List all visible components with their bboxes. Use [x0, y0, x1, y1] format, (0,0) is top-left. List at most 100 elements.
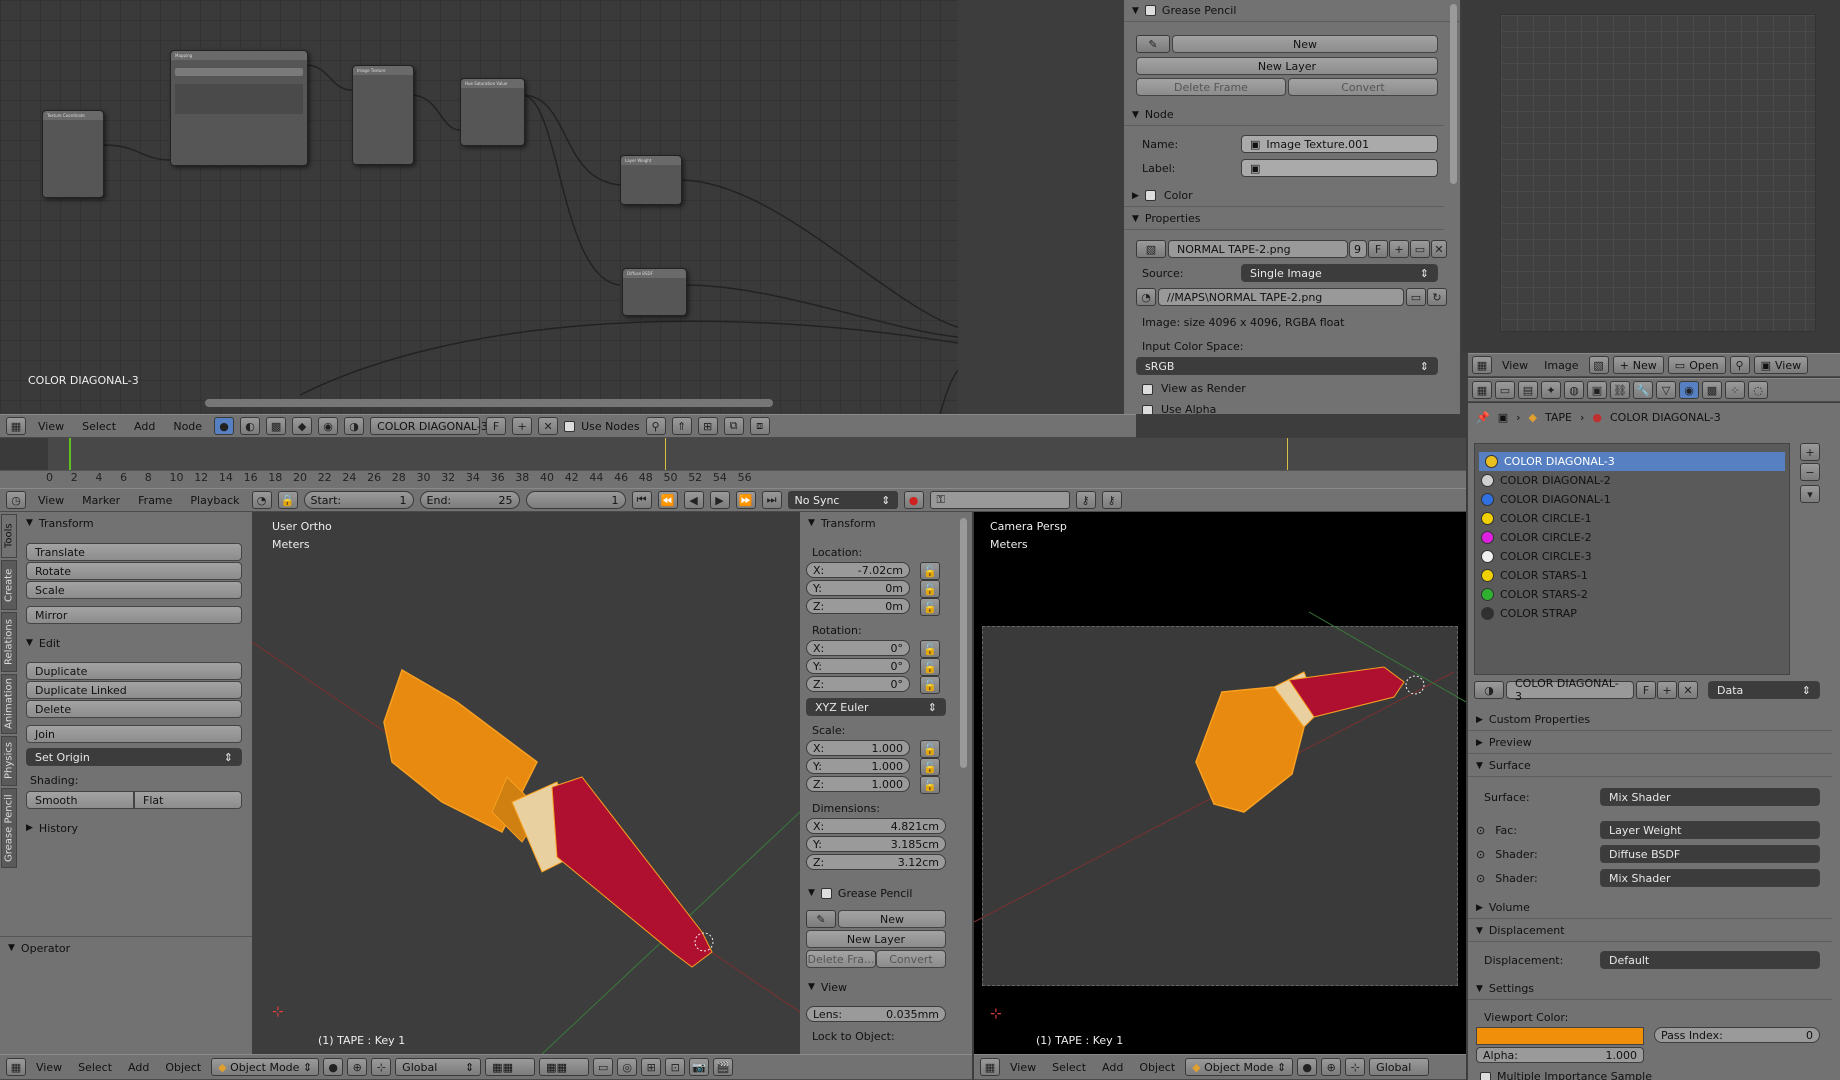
mode-dropdown[interactable]: ◆ Object Mode ⇕ [1185, 1058, 1294, 1076]
viewport-right[interactable]: Camera Persp Meters (1) TAPE : Key 1 ⊹ [974, 512, 1466, 1054]
source-dropdown[interactable]: Single Image ⇕ [1241, 264, 1438, 282]
grease-pencil-section[interactable]: ▼ Grease Pencil [800, 882, 960, 904]
list-item[interactable]: COLOR DIAGONAL-3 [1479, 452, 1785, 471]
viewport-shading-icon[interactable]: ● [1297, 1058, 1318, 1076]
filepath-icon[interactable]: ◔ [1136, 288, 1156, 306]
pin-icon[interactable]: ⚲ [645, 417, 666, 435]
use-alpha-row[interactable]: Use Alpha [1142, 403, 1216, 414]
properties-section[interactable]: ▼ Properties [1124, 208, 1444, 230]
slot-unlink-icon[interactable]: ✕ [1678, 681, 1698, 699]
shader-nodes-icon[interactable]: ● [214, 417, 235, 435]
history-section[interactable]: ▶ History [18, 817, 248, 839]
current-frame-line[interactable] [69, 438, 71, 470]
translate-button[interactable]: Translate [26, 543, 242, 561]
image-browse-icon[interactable]: ▧ [1136, 240, 1166, 258]
alpha-field[interactable]: Alpha: 1.000 [1476, 1047, 1644, 1063]
lock-icon[interactable]: 🔓 [920, 598, 940, 616]
lock-icon[interactable]: 🔓 [920, 676, 940, 694]
copy-icon[interactable]: ⧉ [723, 417, 744, 435]
current-frame-field[interactable]: 1 [525, 491, 626, 509]
layers-grid-2[interactable]: ▦▦ [539, 1058, 590, 1076]
scale-x-field[interactable]: X: 1.000 [806, 740, 910, 756]
jump-start-icon[interactable]: ⏮ [631, 491, 652, 509]
image-new-icon[interactable]: + [1389, 240, 1409, 258]
editor-type-icon[interactable]: ▦ [1472, 356, 1492, 374]
transform-section[interactable]: ▼ Transform [800, 512, 972, 534]
gp-new-button[interactable]: New [838, 910, 946, 928]
tab-grease-pencil[interactable]: Grease Pencil [1, 788, 17, 868]
orientation-dropdown[interactable]: Global ⇕ [395, 1058, 482, 1076]
list-item[interactable]: COLOR CIRCLE-3 [1475, 547, 1789, 566]
list-item[interactable]: COLOR STARS-1 [1475, 566, 1789, 585]
dimension-x-field[interactable]: X: 4.821cm [806, 818, 946, 834]
image-editor[interactable] [1462, 0, 1840, 352]
mapping-node[interactable]: Mapping [170, 50, 308, 166]
lock-icon[interactable]: 🔓 [920, 562, 940, 580]
render-tab-icon[interactable]: ▭ [1495, 381, 1515, 399]
timeline-ruler[interactable]: 0 2 4 6 8 10 12 14 16 18 20 22 24 26 28 30 32 34 36 38 40 42 4… [0, 470, 1466, 490]
menu-select[interactable]: Select [1046, 1061, 1092, 1074]
node-label-field[interactable]: ▣ [1241, 159, 1438, 177]
image-open-icon[interactable]: ▭ [1410, 240, 1430, 258]
menu-select[interactable]: Select [76, 420, 122, 433]
custom-properties-section[interactable]: ▶ Custom Properties [1468, 709, 1832, 731]
unlink-material-icon[interactable]: ✕ [538, 417, 559, 435]
n-panel-scrollbar[interactable] [960, 518, 967, 768]
editor-type-icon[interactable]: ▦ [6, 1058, 26, 1076]
menu-marker[interactable]: Marker [76, 494, 126, 507]
use-nodes-checkbox[interactable] [564, 420, 576, 432]
snap-icon[interactable]: ⊞ [641, 1058, 662, 1076]
image-canvas[interactable] [1500, 14, 1816, 332]
rotation-x-field[interactable]: X: 0° [806, 640, 910, 656]
modifiers-tab-icon[interactable]: 🔧 [1633, 381, 1653, 399]
color-checkbox[interactable] [1144, 190, 1156, 201]
material-slot-list[interactable]: COLOR DIAGONAL-3 COLOR DIAGONAL-2 COLOR … [1474, 443, 1790, 675]
list-item[interactable]: COLOR CIRCLE-1 [1475, 509, 1789, 528]
fake-user-button[interactable]: F [486, 417, 507, 435]
smooth-button[interactable]: Smooth [26, 791, 134, 809]
image-texture-node[interactable]: Image Texture [352, 65, 414, 165]
list-item[interactable]: COLOR STRAP [1475, 604, 1789, 623]
image-fake-user[interactable]: F [1368, 240, 1388, 258]
node-editor-h-scrollbar[interactable] [205, 399, 773, 407]
pivot-icon[interactable]: ⊕ [347, 1058, 368, 1076]
list-item[interactable]: COLOR STARS-2 [1475, 585, 1789, 604]
menu-view[interactable]: View [32, 420, 70, 433]
compositing-nodes-icon[interactable]: ◐ [240, 417, 261, 435]
surface-dropdown[interactable]: Mix Shader [1600, 788, 1820, 806]
browse-file-icon[interactable]: ▭ [1406, 288, 1426, 306]
add-material-icon[interactable]: + [512, 417, 533, 435]
texture-coordinate-node[interactable]: Texture Coordinate [42, 110, 104, 198]
rotation-mode-dropdown[interactable]: XYZ Euler ⇕ [806, 698, 946, 716]
preview-section[interactable]: ▶ Preview [1468, 732, 1832, 754]
location-z-field[interactable]: Z: 0m [806, 598, 910, 614]
pin-icon[interactable]: ⚲ [1729, 356, 1750, 374]
gp-new-button[interactable]: New [1172, 35, 1438, 53]
keying-set-field[interactable]: ⚿ [929, 491, 1070, 509]
lock-icon[interactable]: 🔓 [920, 758, 940, 776]
pencil-icon[interactable]: ✎ [1136, 35, 1170, 53]
reload-icon[interactable]: ↻ [1427, 288, 1447, 306]
duplicate-linked-button[interactable]: Duplicate Linked [26, 681, 242, 699]
lock-layers-icon[interactable]: ▭ [593, 1058, 614, 1076]
image-path-field[interactable]: //MAPS\NORMAL TAPE-2.png [1158, 288, 1404, 306]
snap-icon[interactable]: ⊞ [697, 417, 718, 435]
material-tab-icon[interactable]: ◉ [1679, 381, 1699, 399]
duplicate-button[interactable]: Duplicate [26, 662, 242, 680]
pass-index-field[interactable]: Pass Index: 0 [1654, 1027, 1820, 1043]
menu-view[interactable]: View [1004, 1061, 1042, 1074]
properties-scrollbar[interactable] [1450, 4, 1457, 184]
play-icon[interactable]: ▶ [709, 491, 730, 509]
shader1-dropdown[interactable]: Diffuse BSDF [1600, 845, 1820, 863]
grease-pencil-checkbox[interactable] [820, 887, 832, 899]
pin-icon[interactable]: 📌 [1476, 411, 1490, 424]
particles-tab-icon[interactable]: ⁘ [1725, 381, 1745, 399]
insert-key-icon[interactable]: ⚷ [1075, 491, 1096, 509]
snap-target-icon[interactable]: ⊡ [665, 1058, 686, 1076]
new-image-button[interactable]: + New [1612, 356, 1664, 374]
manipulator-icon[interactable]: ⊹ [1345, 1058, 1366, 1076]
mis-checkbox[interactable] [1480, 1071, 1491, 1080]
slot-specials-icon[interactable]: ▾ [1800, 485, 1820, 503]
lock-icon[interactable]: 🔓 [920, 580, 940, 598]
editor-type-icon[interactable]: ▦ [1472, 381, 1492, 399]
